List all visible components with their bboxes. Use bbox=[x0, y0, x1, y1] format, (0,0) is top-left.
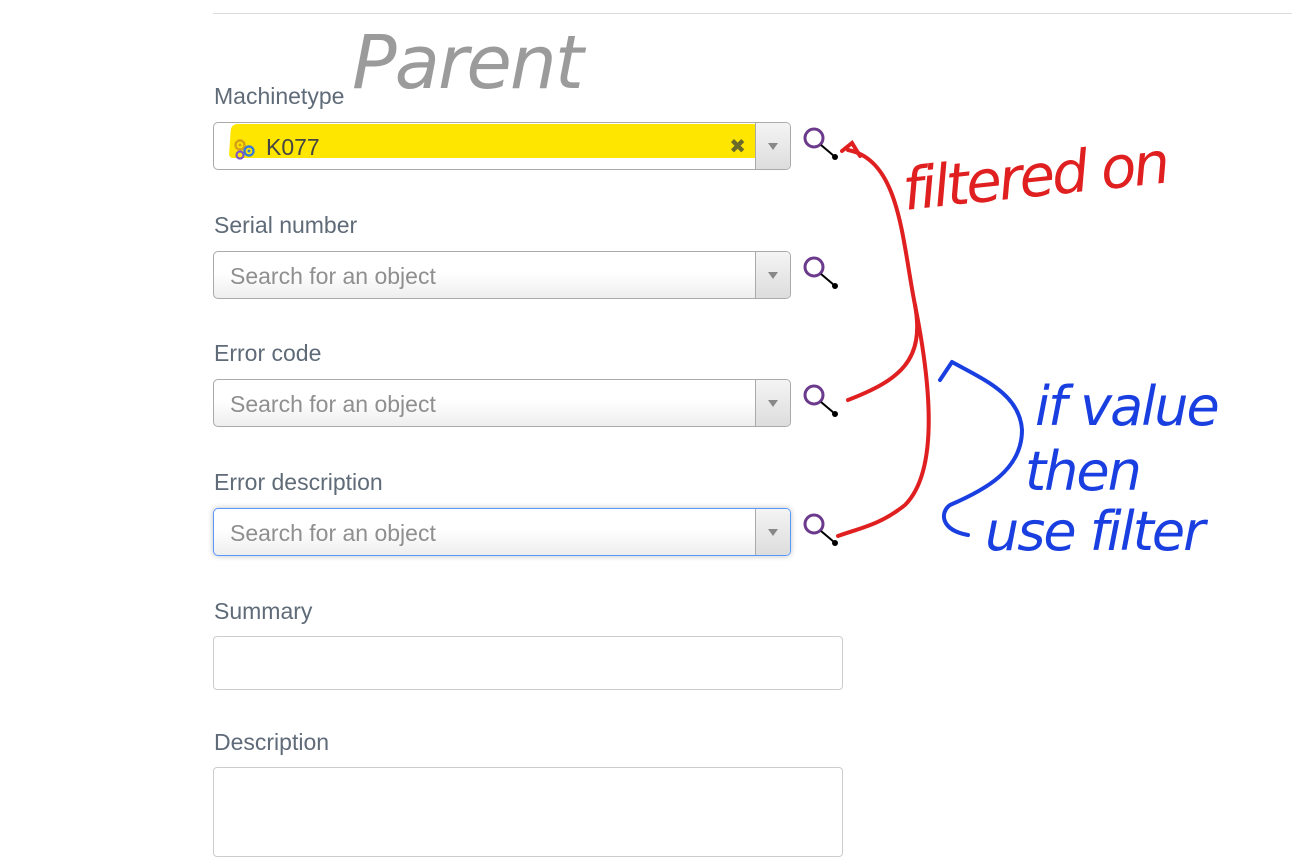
error-description-placeholder: Search for an object bbox=[230, 520, 436, 546]
annotation-line-1: if value bbox=[1035, 375, 1218, 438]
error-description-label: Error description bbox=[214, 469, 383, 495]
description-textarea[interactable] bbox=[213, 767, 843, 857]
filtered-on-annotation: filtered on bbox=[899, 129, 1170, 224]
machinetype-dropdown-toggle[interactable] bbox=[755, 123, 790, 169]
machinetype-label: Machinetype bbox=[214, 83, 345, 109]
error-code-select[interactable]: Search for an object bbox=[213, 379, 791, 427]
chevron-down-icon bbox=[768, 272, 778, 279]
error-code-dropdown-toggle[interactable] bbox=[755, 380, 790, 426]
red-connector-error-code bbox=[846, 148, 920, 402]
summary-input[interactable] bbox=[213, 636, 843, 690]
chevron-down-icon bbox=[768, 143, 778, 150]
description-label: Description bbox=[214, 729, 330, 755]
error-code-placeholder: Search for an object bbox=[230, 391, 436, 417]
error-code-label: Error code bbox=[214, 340, 322, 366]
blue-brace bbox=[938, 360, 1025, 537]
serial-number-dropdown-toggle[interactable] bbox=[755, 252, 790, 298]
annotation-line-2: then bbox=[1025, 440, 1140, 503]
red-connector-error-description bbox=[836, 303, 931, 538]
summary-label: Summary bbox=[214, 598, 313, 624]
error-description-dropdown-toggle[interactable] bbox=[755, 509, 790, 555]
annotation-line-3: use filter bbox=[985, 500, 1208, 563]
chevron-down-icon bbox=[768, 529, 778, 536]
error-description-select[interactable]: Search for an object bbox=[213, 508, 791, 556]
object-type-icon bbox=[232, 137, 258, 166]
parent-annotation: Parent bbox=[352, 20, 587, 106]
machinetype-value: K077 bbox=[266, 134, 320, 160]
red-arrowhead bbox=[840, 140, 862, 158]
machinetype-lookup-icon[interactable] bbox=[801, 126, 841, 162]
error-description-lookup-icon[interactable] bbox=[801, 512, 841, 548]
top-divider bbox=[213, 13, 1292, 14]
serial-number-select[interactable]: Search for an object bbox=[213, 251, 791, 299]
serial-number-lookup-icon[interactable] bbox=[801, 255, 841, 291]
chevron-down-icon bbox=[768, 400, 778, 407]
if-value-then-use-filter-annotation: if value then use filter bbox=[985, 375, 1233, 563]
serial-number-label: Serial number bbox=[214, 212, 358, 238]
serial-number-placeholder: Search for an object bbox=[230, 263, 436, 289]
clear-x-icon[interactable]: ✖ bbox=[729, 135, 746, 159]
error-code-lookup-icon[interactable] bbox=[801, 383, 841, 419]
machinetype-select[interactable]: K077 ✖ bbox=[213, 122, 791, 170]
